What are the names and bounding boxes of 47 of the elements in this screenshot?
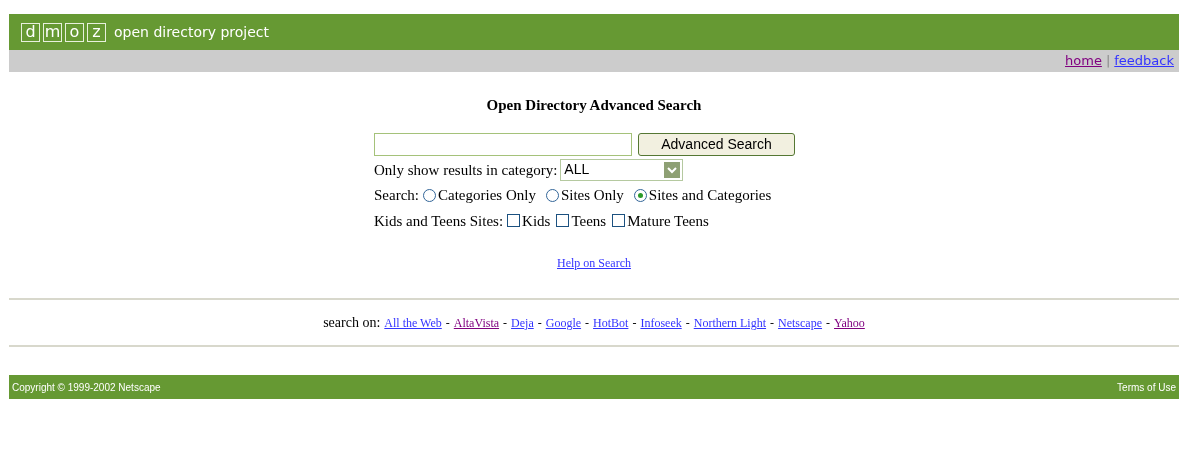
search-engine-link[interactable]: Infoseek (640, 314, 682, 332)
copyright-text: Copyright © 1999-2002 Netscape (12, 380, 161, 395)
search-engine-link[interactable]: Google (545, 314, 582, 332)
checkbox[interactable] (507, 214, 521, 228)
logo-letter: d (21, 22, 40, 42)
checkbox[interactable] (556, 214, 570, 228)
checkbox[interactable] (612, 214, 626, 228)
checkbox-label: Teens (571, 211, 607, 231)
search-engine-link[interactable]: HotBot (593, 314, 629, 332)
search-engine-link[interactable]: AltaVista (453, 314, 500, 332)
separator: - (585, 315, 590, 332)
radio-button[interactable] (423, 188, 436, 202)
kids-teens-label: Kids and Teens Sites: (374, 211, 504, 231)
radio-label: Categories Only (438, 186, 536, 205)
help-link[interactable]: Help on Search (557, 254, 631, 272)
search-engine-link[interactable]: Yahoo (834, 314, 865, 332)
radio-label: Sites and Categories (648, 186, 772, 205)
search-field[interactable] (374, 132, 632, 156)
search-scope-label: Search: (374, 186, 419, 205)
separator: - (537, 315, 542, 332)
checkbox-label: Kids (522, 211, 551, 231)
search-engine-link[interactable]: Netscape (778, 314, 823, 332)
search-engine-link[interactable]: Deja (511, 314, 534, 332)
category-dropdown[interactable]: ALL (560, 158, 684, 181)
nav-link[interactable]: home (1065, 51, 1102, 71)
logo-letter: m (43, 22, 62, 42)
category-label: Only show results in category: (374, 160, 558, 180)
separator: - (632, 315, 637, 332)
radio-button[interactable] (545, 188, 559, 202)
separator: | (1105, 52, 1111, 71)
nav-link[interactable]: feedback (1114, 51, 1174, 71)
separator: - (685, 315, 690, 332)
separator: - (826, 315, 831, 332)
logo-letter: o (65, 22, 84, 42)
separator: - (445, 315, 450, 332)
radio-button[interactable] (633, 188, 647, 202)
page-title: Open Directory Advanced Search (486, 96, 702, 115)
search-on-label: search on: (323, 314, 381, 332)
search-engine-link[interactable]: Northern Light (693, 314, 767, 332)
logo-letter: z (87, 22, 106, 42)
separator: - (770, 315, 775, 332)
separator: - (503, 315, 508, 332)
checkbox-label: Mature Teens (627, 211, 709, 231)
tagline: open directory project (114, 22, 270, 42)
radio-label: Sites Only (560, 186, 624, 205)
search-button[interactable]: Advanced Search (638, 132, 795, 156)
search-engine-link[interactable]: All the Web (384, 314, 442, 332)
